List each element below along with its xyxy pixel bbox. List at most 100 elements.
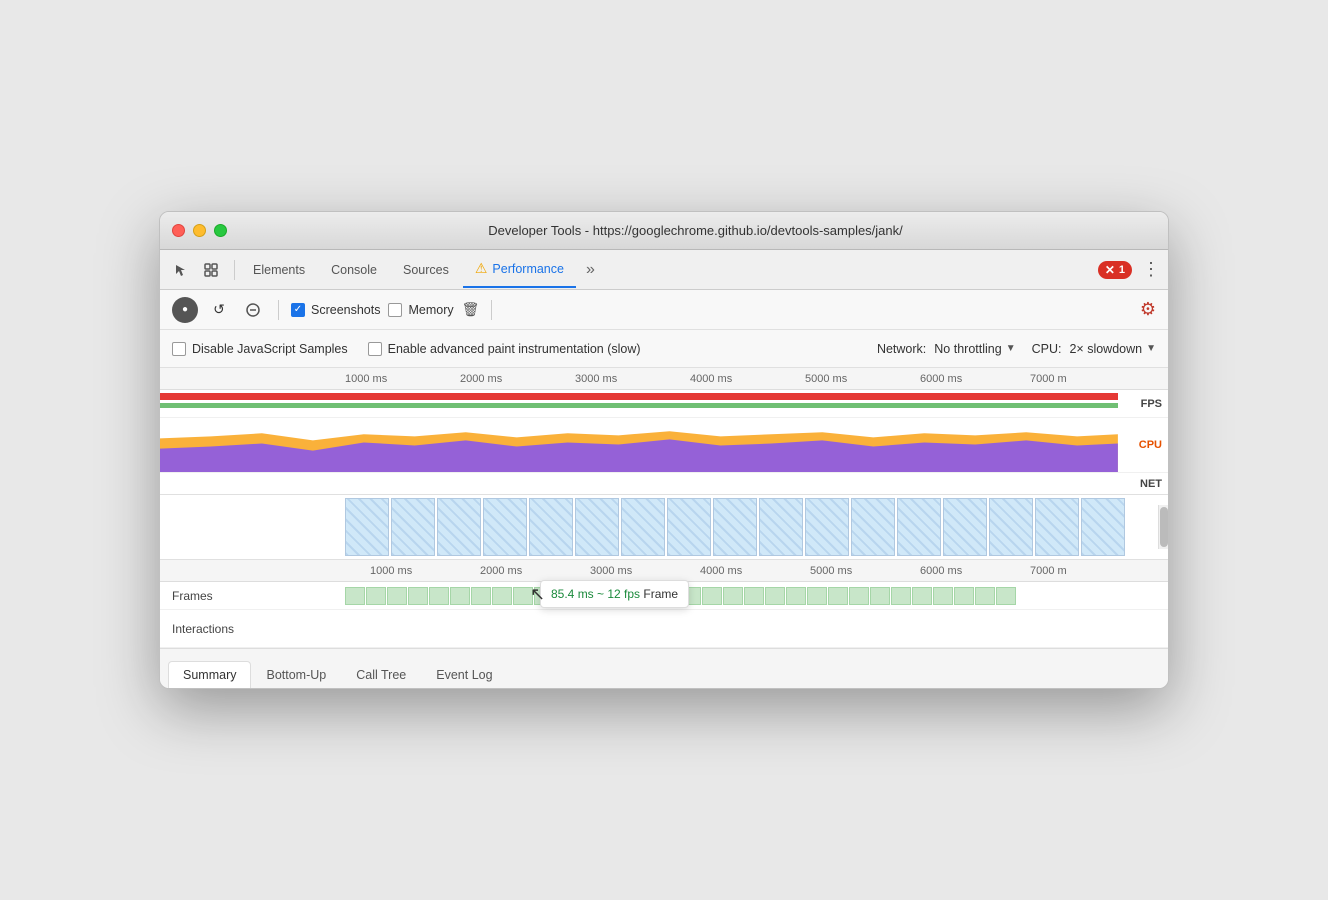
screenshot-thumb bbox=[805, 498, 849, 556]
minimize-button[interactable] bbox=[193, 224, 206, 237]
screenshot-thumb bbox=[1035, 498, 1079, 556]
interactions-row[interactable]: Interactions bbox=[160, 610, 1168, 648]
titlebar: Developer Tools - https://googlechrome.g… bbox=[160, 212, 1168, 250]
frame-block[interactable] bbox=[387, 587, 407, 605]
frame-block[interactable] bbox=[408, 587, 428, 605]
cpu-select[interactable]: 2× slowdown ▼ bbox=[1069, 342, 1156, 356]
enable-paint-label[interactable]: Enable advanced paint instrumentation (s… bbox=[368, 342, 641, 356]
frame-block[interactable] bbox=[912, 587, 932, 605]
maximize-button[interactable] bbox=[214, 224, 227, 237]
frame-block[interactable] bbox=[933, 587, 953, 605]
frame-block[interactable] bbox=[366, 587, 386, 605]
frame-block[interactable] bbox=[765, 587, 785, 605]
tab-divider bbox=[234, 260, 235, 280]
tab-performance[interactable]: ⚠ Performance bbox=[463, 252, 576, 288]
toolbar-divider bbox=[278, 300, 279, 320]
tab-summary[interactable]: Summary bbox=[168, 661, 251, 688]
network-dropdown-icon: ▼ bbox=[1006, 343, 1016, 354]
frame-block[interactable] bbox=[828, 587, 848, 605]
option-left: Disable JavaScript Samples Enable advanc… bbox=[172, 342, 641, 356]
frame-block[interactable] bbox=[471, 587, 491, 605]
screenshot-thumb bbox=[943, 498, 987, 556]
frame-block[interactable] bbox=[807, 587, 827, 605]
disable-js-checkbox[interactable] bbox=[172, 342, 186, 356]
screenshot-strip bbox=[345, 498, 1158, 556]
frame-block[interactable] bbox=[723, 587, 743, 605]
tick-2000: 2000 ms bbox=[460, 373, 502, 385]
cpu-option: CPU: 2× slowdown ▼ bbox=[1032, 342, 1156, 356]
disable-js-label[interactable]: Disable JavaScript Samples bbox=[172, 342, 348, 356]
tick-7000: 7000 m bbox=[1030, 373, 1067, 385]
trash-icon[interactable]: 🗑 bbox=[462, 301, 480, 318]
screenshot-thumb bbox=[713, 498, 757, 556]
tab-elements[interactable]: Elements bbox=[241, 252, 317, 288]
scrollbar-thumb[interactable] bbox=[1160, 507, 1168, 547]
frame-block[interactable] bbox=[891, 587, 911, 605]
cpu-row[interactable]: CPU bbox=[160, 418, 1168, 473]
frame-block[interactable] bbox=[513, 587, 533, 605]
tab-event-log[interactable]: Event Log bbox=[421, 661, 507, 688]
fps-row[interactable]: FPS bbox=[160, 390, 1168, 418]
frame-block[interactable] bbox=[786, 587, 806, 605]
toolbar-divider2 bbox=[491, 300, 492, 320]
screenshot-thumb bbox=[437, 498, 481, 556]
tab-sources[interactable]: Sources bbox=[391, 252, 461, 288]
close-button[interactable] bbox=[172, 224, 185, 237]
error-badge: ✕ 1 bbox=[1098, 261, 1132, 279]
tab-console[interactable]: Console bbox=[319, 252, 389, 288]
screenshots-checkbox[interactable]: ✓ bbox=[291, 303, 305, 317]
frame-block[interactable] bbox=[345, 587, 365, 605]
toolbar: ● ↺ ✓ Screenshots Memory 🗑 ⚙ bbox=[160, 290, 1168, 330]
toolbar-right: ⚙ bbox=[1140, 299, 1156, 320]
screenshots-checkbox-label[interactable]: ✓ Screenshots bbox=[291, 303, 380, 317]
screenshot-thumb bbox=[575, 498, 619, 556]
warning-icon: ⚠ bbox=[475, 260, 488, 277]
clear-button[interactable] bbox=[240, 297, 266, 323]
cpu-label: CPU bbox=[1139, 439, 1162, 451]
frames-label: Frames bbox=[160, 589, 345, 603]
tick-4000: 4000 ms bbox=[690, 373, 732, 385]
record-button[interactable]: ● bbox=[172, 297, 198, 323]
frames-row[interactable]: Frames bbox=[160, 582, 1168, 610]
tooltip-fps-text: 85.4 ms ~ 12 fps bbox=[551, 587, 640, 601]
fps-label: FPS bbox=[1141, 398, 1162, 410]
options-bar: Disable JavaScript Samples Enable advanc… bbox=[160, 330, 1168, 368]
gear-icon[interactable]: ⚙ bbox=[1140, 299, 1156, 319]
tick-6000: 6000 ms bbox=[920, 373, 962, 385]
frame-block[interactable] bbox=[450, 587, 470, 605]
cursor-tool-icon[interactable] bbox=[168, 257, 194, 283]
net-row[interactable]: NET bbox=[160, 473, 1168, 495]
menu-dots-icon[interactable]: ⋮ bbox=[1142, 259, 1160, 280]
time-ruler-bottom: 1000 ms 2000 ms 3000 ms 4000 ms 5000 ms … bbox=[160, 560, 1168, 582]
screenshot-thumb bbox=[529, 498, 573, 556]
frame-block[interactable] bbox=[975, 587, 995, 605]
memory-checkbox[interactable] bbox=[388, 303, 402, 317]
screenshot-thumb bbox=[851, 498, 895, 556]
reload-profile-button[interactable]: ↺ bbox=[206, 297, 232, 323]
inspect-icon[interactable] bbox=[198, 257, 224, 283]
frame-block[interactable] bbox=[702, 587, 722, 605]
frame-block[interactable] bbox=[849, 587, 869, 605]
frame-block[interactable] bbox=[870, 587, 890, 605]
screenshots-row[interactable] bbox=[160, 495, 1168, 560]
scrollbar-track[interactable] bbox=[1158, 505, 1168, 549]
tick-3000: 3000 ms bbox=[575, 373, 617, 385]
memory-checkbox-label[interactable]: Memory bbox=[388, 303, 453, 317]
frame-block[interactable] bbox=[744, 587, 764, 605]
frame-block[interactable] bbox=[996, 587, 1016, 605]
screenshot-thumb bbox=[391, 498, 435, 556]
frame-block[interactable] bbox=[429, 587, 449, 605]
tab-more[interactable]: » bbox=[578, 261, 603, 279]
enable-paint-checkbox[interactable] bbox=[368, 342, 382, 356]
screenshot-thumb bbox=[345, 498, 389, 556]
frame-block[interactable] bbox=[954, 587, 974, 605]
tab-bottom-up[interactable]: Bottom-Up bbox=[251, 661, 341, 688]
screenshot-thumb bbox=[621, 498, 665, 556]
error-x-icon: ✕ bbox=[1105, 263, 1115, 277]
screenshot-thumb bbox=[989, 498, 1033, 556]
tool-icons bbox=[168, 257, 224, 283]
frame-block[interactable] bbox=[492, 587, 512, 605]
fps-red-bar bbox=[160, 393, 1118, 400]
network-select[interactable]: No throttling ▼ bbox=[934, 342, 1015, 356]
tab-call-tree[interactable]: Call Tree bbox=[341, 661, 421, 688]
